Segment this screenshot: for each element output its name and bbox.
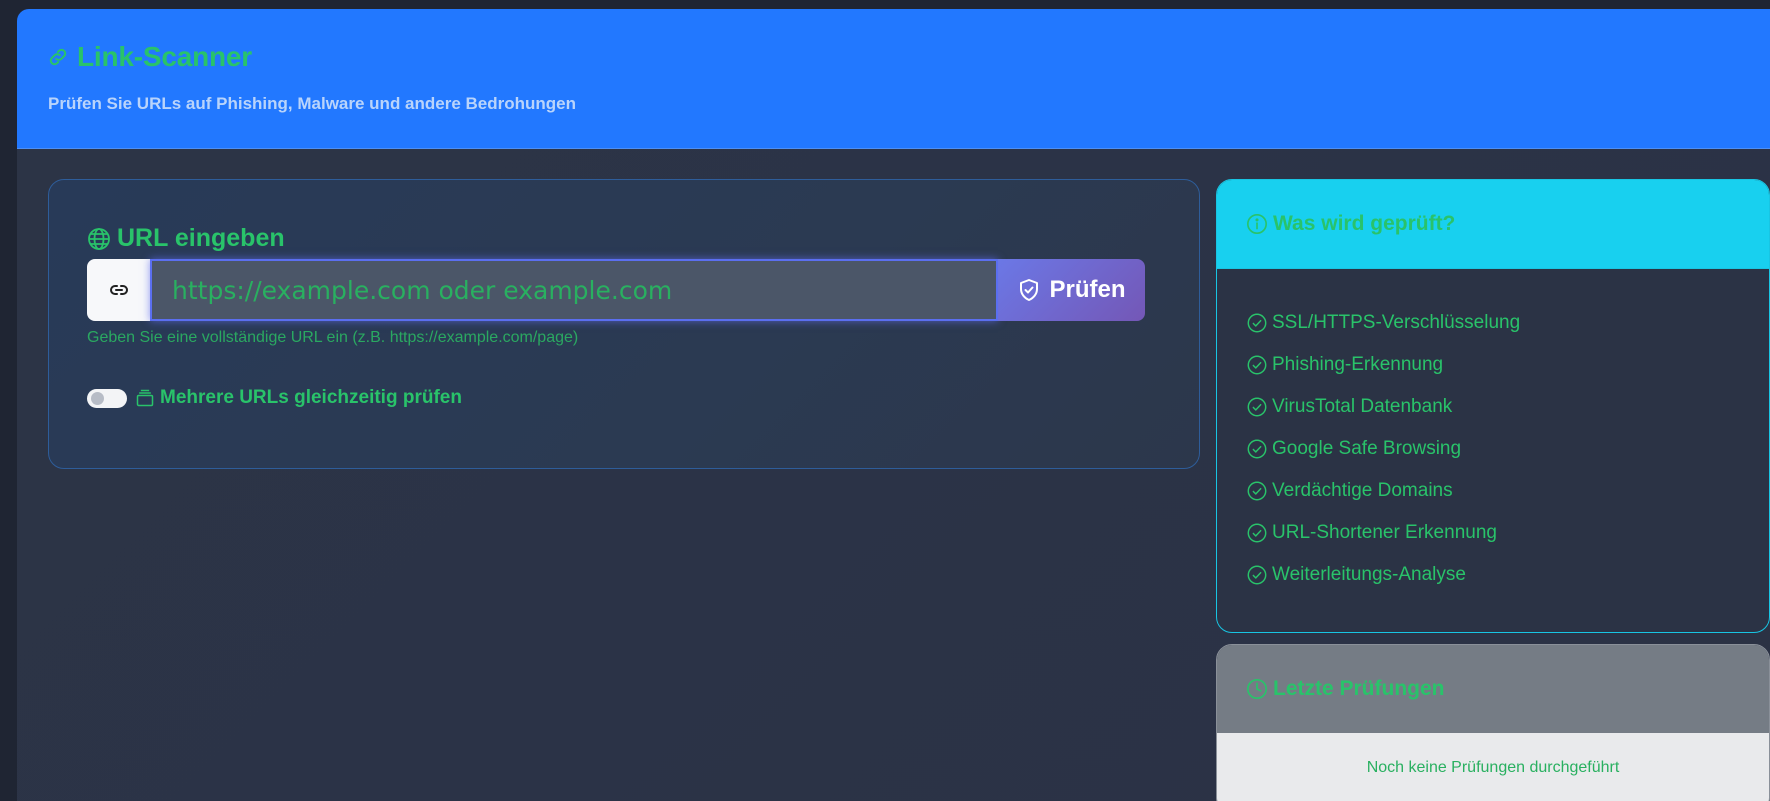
info-icon — [1246, 213, 1268, 235]
stack-icon — [135, 388, 155, 408]
recent-checks-card: Letzte Prüfungen Noch keine Prüfungen du… — [1216, 644, 1770, 801]
list-item: Weiterleitungs-Analyse — [1246, 554, 1769, 596]
url-card-title-text: URL eingeben — [117, 224, 285, 252]
url-helper-text: Geben Sie eine vollständige URL ein (z.B… — [87, 329, 579, 346]
list-item-label: SSL/HTTPS-Verschlüsselung — [1272, 312, 1521, 333]
check-url-button[interactable]: Prüfen — [998, 259, 1145, 321]
multi-url-label-text: Mehrere URLs gleichzeitig prüfen — [160, 387, 462, 408]
list-item-label: Google Safe Browsing — [1272, 438, 1462, 459]
check-circle-icon — [1246, 438, 1268, 460]
list-item: Verdächtige Domains — [1246, 470, 1769, 512]
page-title-text: Link-Scanner — [77, 41, 252, 72]
shield-check-icon — [1017, 278, 1041, 302]
recent-checks-header: Letzte Prüfungen — [1217, 645, 1769, 733]
url-prefix — [87, 259, 150, 321]
url-input-card: URL eingeben https://example.com oder ex… — [48, 179, 1200, 469]
recent-checks-title: Letzte Prüfungen — [1273, 677, 1445, 700]
page-title: Link-Scanner — [47, 41, 252, 73]
toggle-knob — [91, 391, 104, 405]
clock-icon — [1246, 678, 1268, 700]
checks-info-title: Was wird geprüft? — [1273, 212, 1456, 235]
list-item: VirusTotal Datenbank — [1246, 386, 1769, 428]
check-circle-icon — [1246, 396, 1268, 418]
url-input-group: Prüfen — [87, 259, 1145, 321]
app-window: Link-Scanner Prüfen Sie URLs auf Phishin… — [17, 9, 1770, 801]
url-card-title: URL eingeben — [87, 224, 285, 253]
list-item-label: VirusTotal Datenbank — [1272, 396, 1453, 417]
list-item-label: URL-Shortener Erkennung — [1272, 522, 1497, 543]
check-circle-icon — [1246, 522, 1268, 544]
recent-checks-empty: Noch keine Prüfungen durchgeführt — [1217, 733, 1769, 801]
multi-url-toggle[interactable] — [87, 388, 127, 408]
link-icon — [47, 46, 69, 68]
multi-url-label[interactable]: Mehrere URLs gleichzeitig prüfen — [135, 387, 462, 409]
checks-info-card: Was wird geprüft? SSL/HTTPS-Verschlüssel… — [1216, 179, 1770, 633]
list-item: URL-Shortener Erkennung — [1246, 512, 1769, 554]
link-icon — [107, 278, 131, 302]
list-item-label: Weiterleitungs-Analyse — [1272, 564, 1466, 585]
check-circle-icon — [1246, 564, 1268, 586]
check-circle-icon — [1246, 312, 1268, 334]
globe-icon — [87, 227, 111, 251]
checks-list: SSL/HTTPS-Verschlüsselung Phishing-Erken… — [1217, 269, 1769, 596]
page-header: Link-Scanner Prüfen Sie URLs auf Phishin… — [17, 9, 1770, 149]
page-subtitle: Prüfen Sie URLs auf Phishing, Malware un… — [48, 94, 577, 113]
list-item: SSL/HTTPS-Verschlüsselung — [1246, 302, 1769, 344]
url-input[interactable] — [150, 259, 998, 321]
list-item: Google Safe Browsing — [1246, 428, 1769, 470]
list-item: Phishing-Erkennung — [1246, 344, 1769, 386]
list-item-label: Verdächtige Domains — [1272, 480, 1453, 501]
check-circle-icon — [1246, 354, 1268, 376]
list-item-label: Phishing-Erkennung — [1272, 354, 1444, 375]
check-url-button-label: Prüfen — [1049, 276, 1126, 303]
multi-url-row: Mehrere URLs gleichzeitig prüfen — [87, 387, 462, 409]
checks-info-header: Was wird geprüft? — [1217, 180, 1769, 269]
check-circle-icon — [1246, 480, 1268, 502]
